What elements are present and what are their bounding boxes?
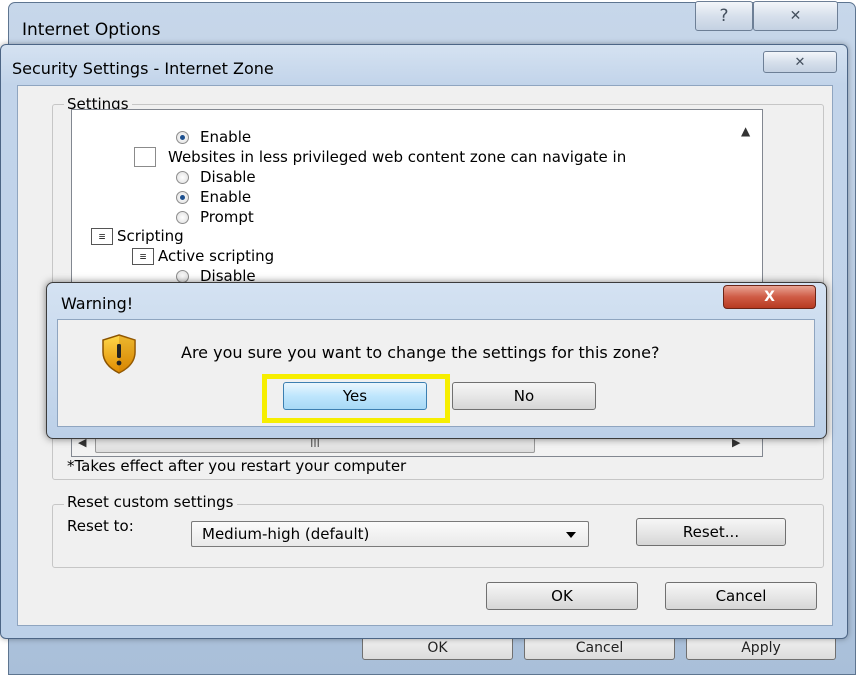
tree-category-scripting[interactable]: ≡ Scripting xyxy=(91,227,184,245)
tree-option-enable[interactable]: Enable xyxy=(176,188,251,206)
cancel-button[interactable]: Cancel xyxy=(665,582,817,610)
no-button[interactable]: No xyxy=(452,382,596,410)
internet-options-cancel-button[interactable]: Cancel xyxy=(524,636,675,660)
internet-options-title: Internet Options xyxy=(22,20,161,40)
reset-button[interactable]: Reset... xyxy=(636,518,786,546)
warning-message: Are you sure you want to change the sett… xyxy=(181,343,660,362)
yes-button[interactable]: Yes xyxy=(283,382,427,410)
warning-title: Warning! xyxy=(61,294,134,313)
ok-button[interactable]: OK xyxy=(486,582,638,610)
script-settings-icon: ≡ xyxy=(91,227,113,245)
radio-checked[interactable] xyxy=(176,130,189,144)
chevron-down-icon xyxy=(566,532,576,538)
reset-to-value: Medium-high (default) xyxy=(202,525,370,543)
tree-setting-label: Active scripting xyxy=(158,247,275,265)
reset-to-label: Reset to: xyxy=(67,517,134,535)
restart-note: *Takes effect after you restart your com… xyxy=(67,457,407,475)
reset-group-label: Reset custom settings xyxy=(64,493,237,511)
tree-setting-websites-navigate[interactable]: Websites in less privileged web content … xyxy=(134,147,626,167)
internet-options-apply-button[interactable]: Apply xyxy=(686,636,836,660)
tree-setting-label: Websites in less privileged web content … xyxy=(168,148,627,166)
tree-option-label: Enable xyxy=(200,128,252,146)
help-button[interactable]: ? xyxy=(695,1,753,31)
internet-options-ok-button[interactable]: OK xyxy=(362,636,513,660)
tree-option-label: Prompt xyxy=(200,208,254,226)
tree-category-label: Scripting xyxy=(117,227,184,245)
document-icon xyxy=(134,147,156,167)
radio-unchecked[interactable] xyxy=(176,170,189,184)
tree-setting-active-scripting[interactable]: ≡ Active scripting xyxy=(132,247,274,265)
tree-option-prompt[interactable]: Prompt xyxy=(176,208,254,226)
script-settings-icon: ≡ xyxy=(132,247,154,265)
radio-unchecked[interactable] xyxy=(176,269,189,283)
security-settings-close-button[interactable]: ✕ xyxy=(763,51,837,73)
tree-option-label: Enable xyxy=(200,188,252,206)
scroll-up-arrow-icon[interactable]: ▲ xyxy=(741,124,750,138)
reset-to-dropdown[interactable]: Medium-high (default) xyxy=(191,521,589,547)
warning-close-button[interactable]: X xyxy=(723,285,816,309)
tree-option-label: Disable xyxy=(200,168,256,186)
radio-unchecked[interactable] xyxy=(176,210,189,224)
internet-options-close-button[interactable]: ✕ xyxy=(753,1,838,31)
tree-option-enable[interactable]: Enable xyxy=(176,128,251,146)
security-settings-title: Security Settings - Internet Zone xyxy=(12,59,274,78)
tree-option-disable[interactable]: Disable xyxy=(176,168,256,186)
shield-warning-icon xyxy=(102,334,136,374)
radio-checked[interactable] xyxy=(176,190,189,204)
